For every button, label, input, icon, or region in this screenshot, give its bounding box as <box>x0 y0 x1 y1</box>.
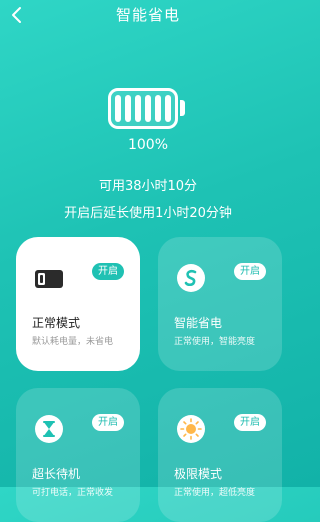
mode-on-button[interactable]: 开启 <box>92 414 124 431</box>
smart-s-icon <box>174 261 208 295</box>
battery-cell <box>145 95 151 122</box>
mode-name: 正常模式 <box>32 316 81 330</box>
mode-card-standby[interactable]: 开启 超长待机 可打电话，正常收发 <box>16 388 140 522</box>
mode-on-button[interactable]: 开启 <box>234 263 266 280</box>
battery-cells <box>115 95 171 122</box>
battery-cell <box>125 95 131 122</box>
mode-name: 极限模式 <box>174 467 223 481</box>
battery-cap <box>180 100 185 116</box>
phone-battery-icon <box>32 261 66 295</box>
mode-description: 正常使用，智能亮度 <box>174 337 256 347</box>
mode-name: 智能省电 <box>174 316 223 330</box>
mode-card-normal[interactable]: 开启 正常模式 默认耗电量，未省电 <box>16 237 140 371</box>
battery-cell <box>115 95 121 122</box>
battery-cell <box>165 95 171 122</box>
mode-card-extreme[interactable]: 开启 极限模式 正常使用，超低亮度 <box>158 388 282 522</box>
mode-on-button[interactable]: 开启 <box>234 414 266 431</box>
mode-name: 超长待机 <box>32 467 81 481</box>
page-title: 智能省电 <box>115 6 180 24</box>
remaining-time: 可用38小时10分 <box>98 179 198 194</box>
battery-percent: 100% <box>127 137 169 153</box>
mode-on-button[interactable]: 开启 <box>92 263 124 280</box>
sun-icon <box>174 412 208 446</box>
hourglass-icon <box>32 412 66 446</box>
battery-icon <box>108 88 178 129</box>
battery-cell <box>155 95 161 122</box>
mode-card-smart[interactable]: 开启 智能省电 正常使用，智能亮度 <box>158 237 282 371</box>
top-bar: 智能省电 <box>0 0 296 34</box>
mode-description: 默认耗电量，未省电 <box>32 337 114 347</box>
extended-time: 开启后延长使用1小时20分钟 <box>64 206 232 221</box>
battery-cell <box>135 95 141 122</box>
